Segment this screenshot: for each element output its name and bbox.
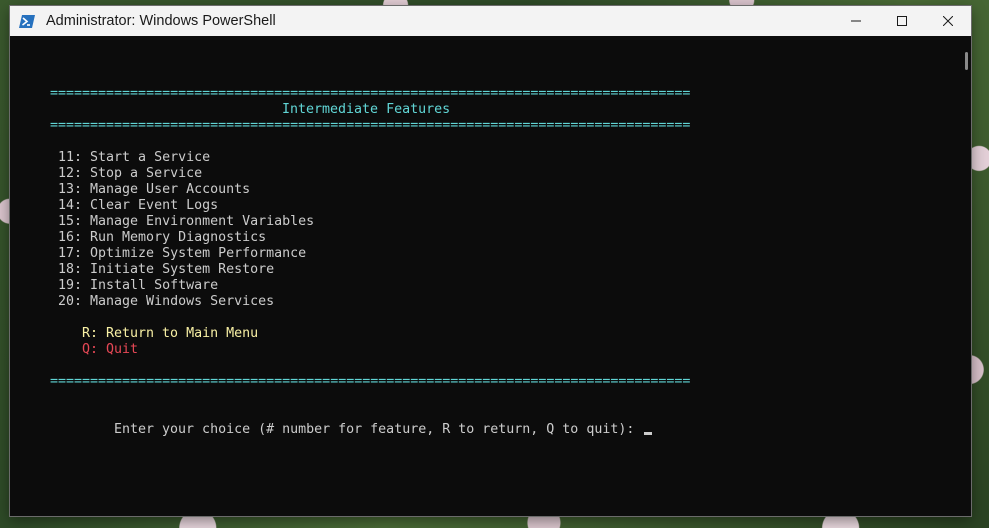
menu-item: 18: Initiate System Restore [58,262,275,277]
separator-bottom: ========================================… [50,374,691,389]
menu-item: 13: Manage User Accounts [58,182,251,197]
terminal-output[interactable]: ========================================… [10,36,959,516]
powershell-icon [19,14,35,28]
maximize-icon [897,16,907,26]
scrollbar-thumb[interactable] [965,52,968,70]
menu-item: 12: Stop a Service [58,166,203,181]
menu-heading: Intermediate Features [282,102,451,117]
title-bar[interactable]: Administrator: Windows PowerShell [10,6,971,36]
separator-heading: ========================================… [50,118,691,133]
quit-option: Q: Quit [82,342,139,357]
minimize-icon [851,20,861,22]
close-button[interactable] [925,6,971,36]
menu-item: 20: Manage Windows Services [58,294,275,309]
menu-item: 11: Start a Service [58,150,211,165]
separator-top: ========================================… [50,86,691,101]
close-icon [943,16,953,26]
menu-item: 19: Install Software [58,278,219,293]
maximize-button[interactable] [879,6,925,36]
minimize-button[interactable] [833,6,879,36]
menu-item: 14: Clear Event Logs [58,198,219,213]
text-cursor [644,432,653,435]
window-controls [833,6,971,36]
input-prompt-line[interactable]: Enter your choice (# number for feature,… [114,422,653,438]
window-title: Administrator: Windows PowerShell [46,13,276,29]
menu-item: 15: Manage Environment Variables [58,214,315,229]
menu-item: 16: Run Memory Diagnostics [58,230,267,245]
powershell-window: Administrator: Windows PowerShell ======… [10,6,971,516]
return-option: R: Return to Main Menu [82,326,259,341]
vertical-scrollbar[interactable] [959,36,971,516]
menu-item: 17: Optimize System Performance [58,246,307,261]
input-prompt: Enter your choice (# number for feature,… [114,422,643,437]
